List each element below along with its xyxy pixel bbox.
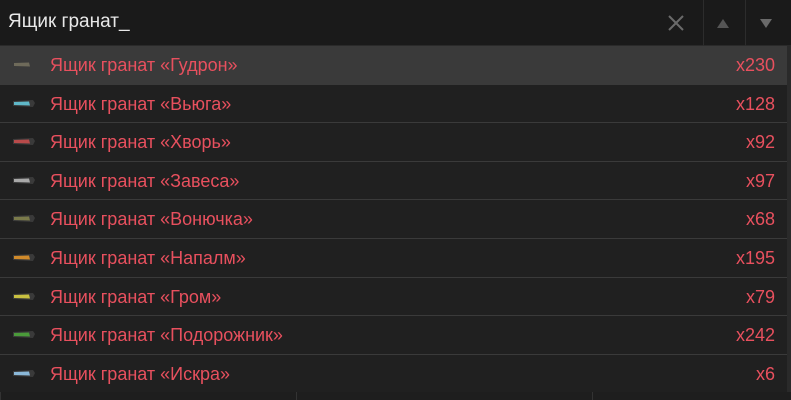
search-input[interactable]: Ящик гранат_ bbox=[8, 11, 130, 33]
grenade-box-icon bbox=[13, 138, 35, 146]
result-count: x128 bbox=[735, 93, 775, 114]
grenade-box-icon bbox=[13, 331, 35, 339]
result-name: Ящик гранат «Напалм» bbox=[50, 247, 246, 268]
result-row[interactable]: Ящик гранат «Вьюга» x128 bbox=[0, 84, 787, 124]
result-name: Ящик гранат «Завеса» bbox=[50, 170, 240, 191]
triangle-up-icon bbox=[717, 18, 729, 28]
background-card bbox=[0, 392, 296, 400]
search-bar: Ящик гранат_ bbox=[0, 0, 791, 46]
background-card bbox=[592, 392, 791, 400]
result-count: x97 bbox=[745, 170, 775, 191]
result-row[interactable]: Ящик гранат «Искра» x6 bbox=[0, 354, 787, 394]
result-row[interactable]: Ящик гранат «Гром» x79 bbox=[0, 277, 787, 317]
result-count: x195 bbox=[735, 247, 775, 268]
background-card bbox=[296, 392, 592, 400]
grenade-box-icon bbox=[13, 176, 35, 184]
result-count: x92 bbox=[745, 132, 775, 153]
next-result-button[interactable] bbox=[745, 0, 786, 46]
result-row[interactable]: Ящик гранат «Напалм» x195 bbox=[0, 238, 787, 278]
grenade-box-icon bbox=[13, 292, 35, 300]
result-name: Ящик гранат «Хворь» bbox=[50, 132, 231, 153]
close-icon bbox=[668, 15, 684, 31]
result-row[interactable]: Ящик гранат «Завеса» x97 bbox=[0, 161, 787, 201]
grenade-box-icon bbox=[13, 369, 35, 377]
result-name: Ящик гранат «Подорожник» bbox=[50, 325, 283, 346]
result-count: x242 bbox=[735, 325, 775, 346]
result-name: Ящик гранат «Вонючка» bbox=[50, 209, 253, 230]
result-count: x79 bbox=[745, 286, 775, 307]
search-results-list: Ящик гранат «Гудрон» x230 Ящик гранат «Вью… bbox=[0, 46, 787, 394]
result-name: Ящик гранат «Искра» bbox=[50, 363, 230, 384]
grenade-box-icon bbox=[13, 253, 35, 261]
result-row[interactable]: Ящик гранат «Подорожник» x242 bbox=[0, 316, 787, 355]
result-name: Ящик гранат «Вьюга» bbox=[50, 93, 232, 114]
background-inventory-strip bbox=[0, 392, 791, 400]
clear-search-button[interactable] bbox=[655, 0, 697, 46]
previous-result-button[interactable] bbox=[703, 0, 742, 46]
result-row[interactable]: Ящик гранат «Вонючка» x68 bbox=[0, 200, 787, 239]
triangle-down-icon bbox=[760, 18, 772, 28]
result-count: x230 bbox=[735, 55, 775, 75]
result-name: Ящик гранат «Гудрон» bbox=[50, 55, 238, 75]
grenade-box-icon bbox=[13, 215, 35, 223]
grenade-box-icon bbox=[13, 99, 35, 107]
list-scrollbar[interactable] bbox=[787, 46, 791, 400]
result-count: x68 bbox=[745, 209, 775, 230]
result-row[interactable]: Ящик гранат «Хворь» x92 bbox=[0, 123, 787, 162]
result-name: Ящик гранат «Гром» bbox=[50, 286, 222, 307]
result-count: x6 bbox=[755, 363, 775, 384]
result-row[interactable]: Ящик гранат «Гудрон» x230 bbox=[0, 46, 787, 85]
grenade-box-icon bbox=[13, 61, 35, 68]
